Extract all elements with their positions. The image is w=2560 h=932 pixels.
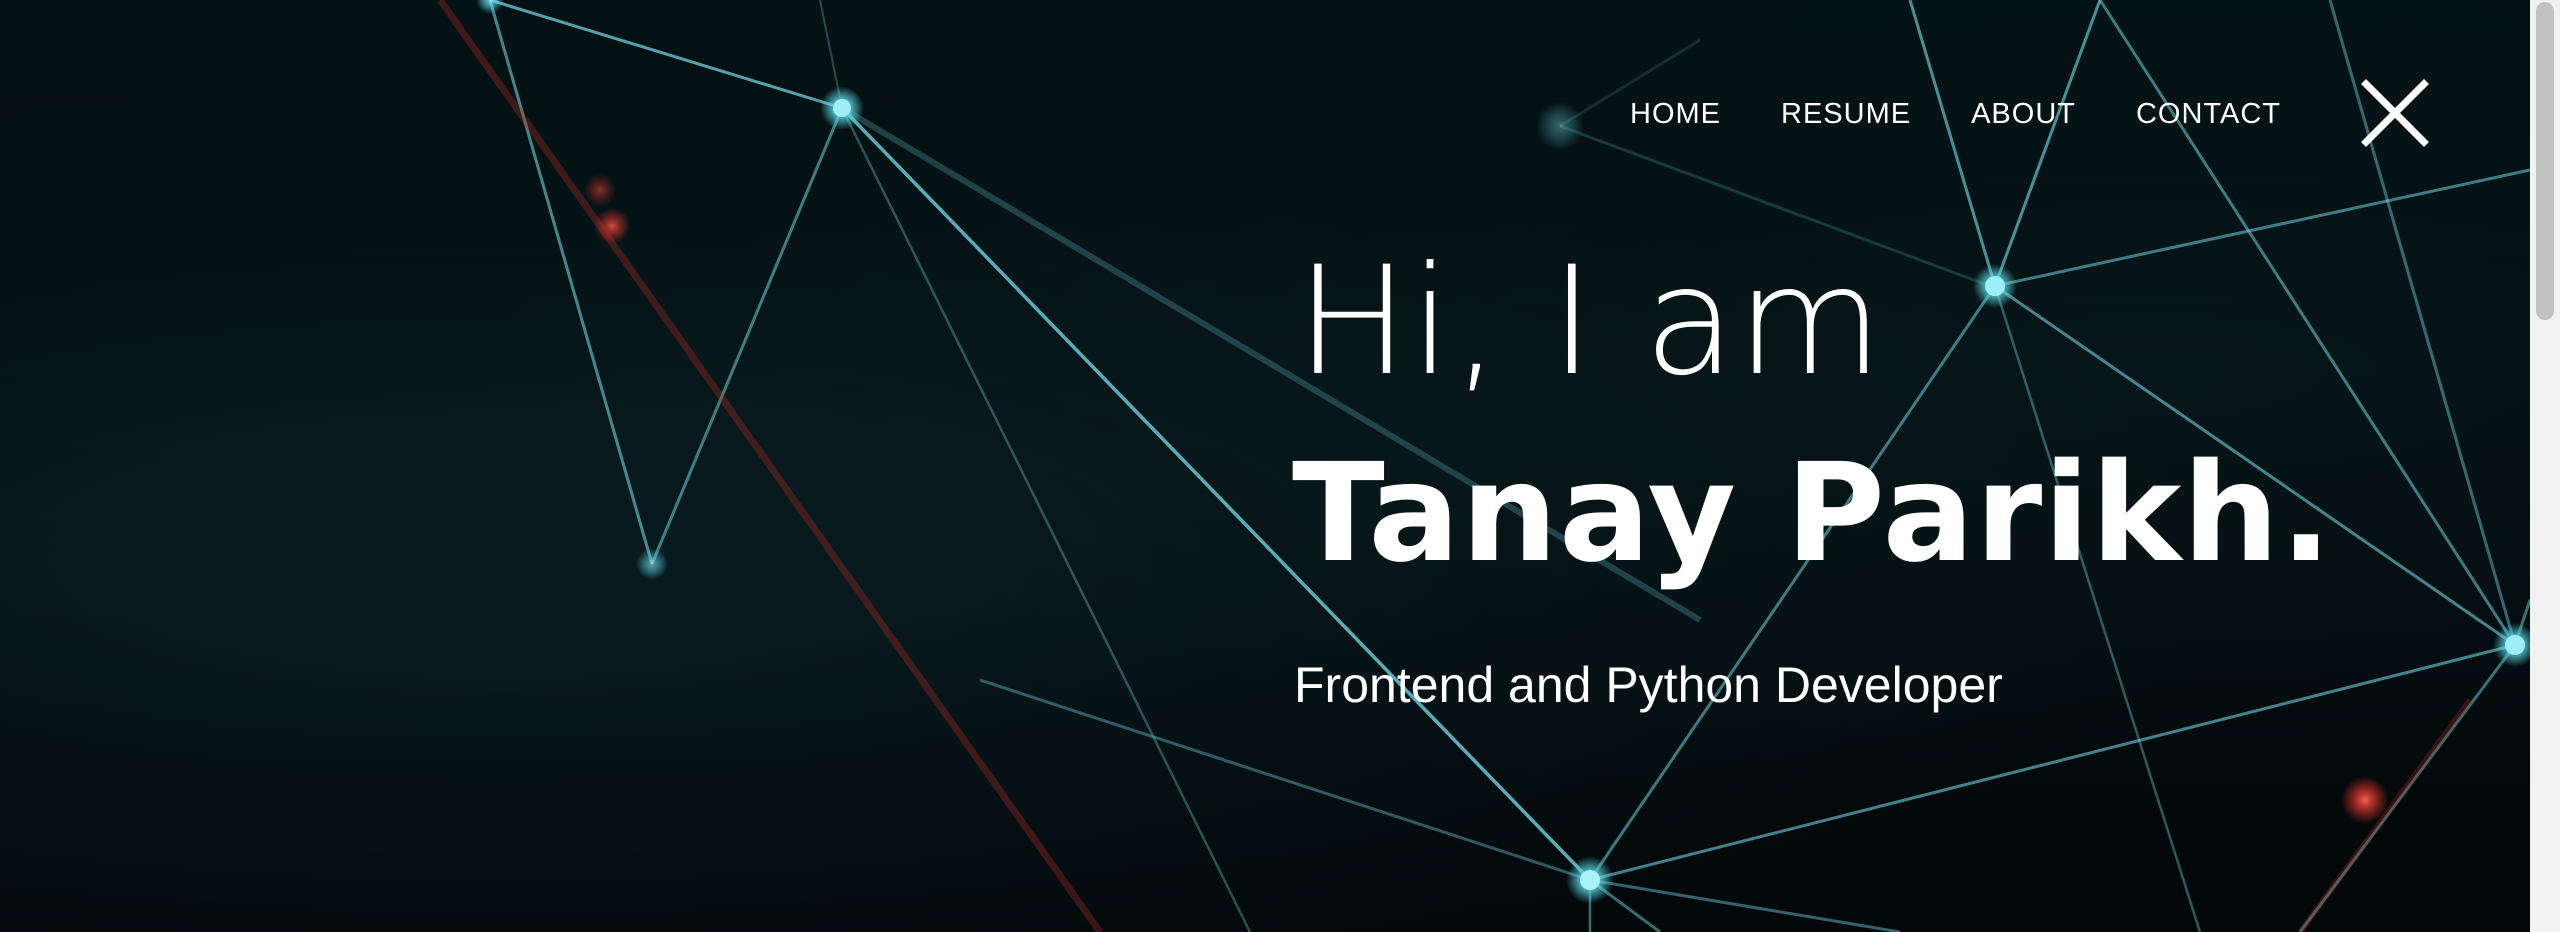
nav-resume[interactable]: RESUME: [1781, 96, 1911, 132]
scrollbar[interactable]: [2530, 0, 2560, 932]
hero-greeting: Hi, I am: [1296, 235, 1884, 409]
close-menu-button[interactable]: [2360, 78, 2430, 148]
nav-contact[interactable]: CONTACT: [2136, 96, 2281, 132]
hero-role: Frontend and Python Developer: [1294, 657, 2003, 713]
nav-home[interactable]: HOME: [1630, 96, 1721, 132]
hero-section: HOME RESUME ABOUT CONTACT Hi, I am Tanay…: [0, 0, 2530, 932]
scrollbar-thumb[interactable]: [2536, 2, 2554, 320]
close-icon: [2361, 79, 2429, 147]
nav-about[interactable]: ABOUT: [1971, 96, 2076, 132]
hero-name: Tanay Parikh.: [1292, 435, 2333, 593]
